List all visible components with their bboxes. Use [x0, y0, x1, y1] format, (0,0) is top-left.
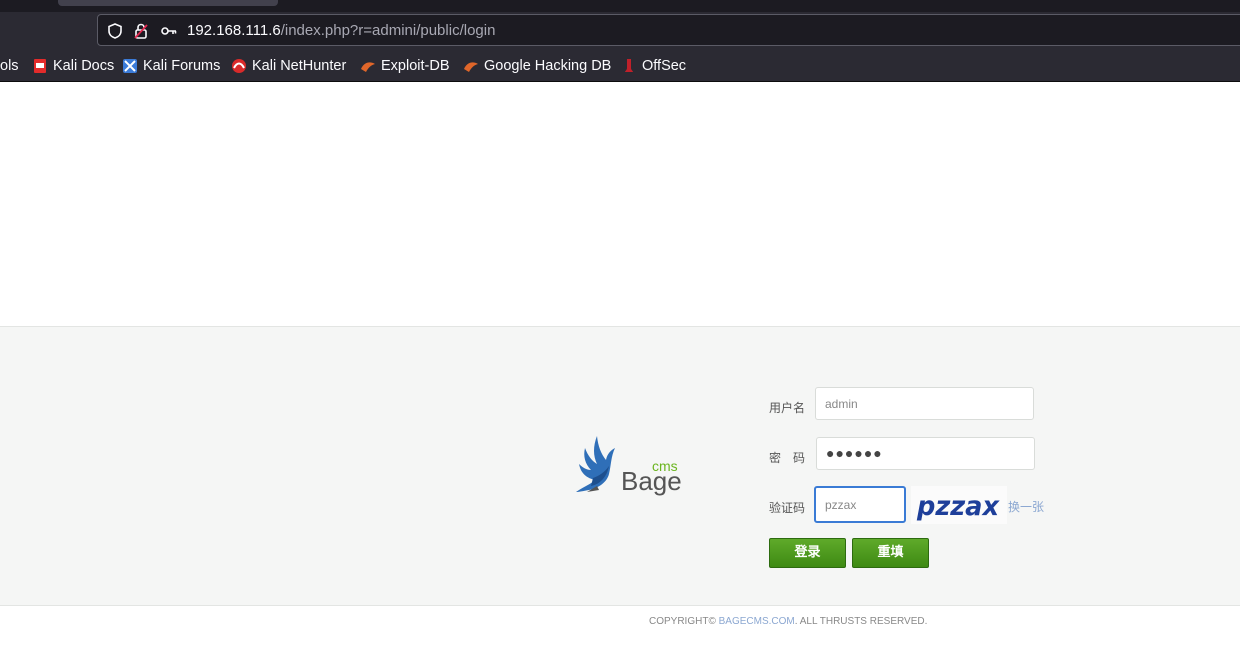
- url-host: 192.168.111.6: [187, 22, 281, 39]
- bookmark-kali-forums[interactable]: Kali Forums: [122, 56, 220, 76]
- ghdb-icon: [464, 62, 478, 72]
- address-bar[interactable]: 192.168.111.6/index.php?r=admini/public/…: [97, 14, 1240, 46]
- copyright-prefix: COPYRIGHT©: [649, 616, 716, 627]
- bookmarks-toolbar: ols Kali Docs Kali Forums Kali NetHunter…: [0, 52, 1240, 80]
- password-input[interactable]: ●●●●●●: [816, 437, 1035, 470]
- captcha-image[interactable]: pzzax: [911, 486, 1007, 524]
- shield-icon[interactable]: [106, 22, 124, 40]
- reset-button[interactable]: 重填: [852, 538, 929, 568]
- kali-forums-icon: [123, 59, 137, 73]
- bagecms-link[interactable]: BAGECMS.COM: [719, 616, 795, 627]
- captcha-label: 验证码: [769, 501, 806, 515]
- offsec-icon: [625, 59, 633, 72]
- bookmark-label: Kali NetHunter: [252, 58, 347, 74]
- footer-copyright: COPYRIGHT© BAGECMS.COM. ALL THRUSTS RESE…: [649, 616, 927, 627]
- page-content: cms Bage 用户名 密 码 ●●●●●● 验证码 pzzax 换一张 登录…: [0, 82, 1240, 661]
- bookmark-label: Exploit-DB: [381, 58, 450, 74]
- kali-nethunter-icon: [232, 59, 246, 73]
- bookmark-label: Kali Docs: [53, 58, 115, 74]
- username-input[interactable]: [815, 387, 1034, 420]
- browser-chrome: 192.168.111.6/index.php?r=admini/public/…: [0, 0, 1240, 82]
- username-label: 用户名: [769, 401, 806, 415]
- password-label: 密 码: [769, 451, 806, 465]
- bookmark-tools[interactable]: ols: [0, 56, 19, 76]
- copyright-suffix: . ALL THRUSTS RESERVED.: [794, 616, 928, 627]
- url-path: /index.php?r=admini/public/login: [280, 22, 496, 39]
- login-button[interactable]: 登录: [769, 538, 846, 568]
- captcha-image-text: pzzax: [916, 491, 1000, 522]
- logo-brand-text: Bage: [621, 466, 682, 496]
- bookmark-offsec[interactable]: OffSec: [621, 56, 686, 76]
- exploit-db-icon: [361, 62, 375, 72]
- url-text[interactable]: 192.168.111.6/index.php?r=admini/public/…: [187, 22, 495, 39]
- bookmark-label: Kali Forums: [143, 58, 221, 74]
- refresh-captcha-link[interactable]: 换一张: [1008, 498, 1044, 515]
- captcha-input[interactable]: [814, 486, 906, 523]
- lock-warning-icon[interactable]: [132, 22, 150, 40]
- kali-docs-icon: [34, 59, 46, 73]
- bookmark-kali-nethunter[interactable]: Kali NetHunter: [231, 56, 346, 76]
- bookmark-label: OffSec: [642, 58, 687, 74]
- bookmark-label: ols: [0, 58, 19, 74]
- active-tab[interactable]: [58, 0, 278, 6]
- bagecms-logo: cms Bage: [576, 436, 682, 496]
- bookmark-google-hacking-db[interactable]: Google Hacking DB: [463, 56, 611, 76]
- bookmark-label: Google Hacking DB: [484, 58, 612, 74]
- tab-strip: [0, 0, 1240, 12]
- key-icon[interactable]: [160, 22, 178, 40]
- bookmark-kali-docs[interactable]: Kali Docs: [32, 56, 114, 76]
- bookmark-exploit-db[interactable]: Exploit-DB: [360, 56, 450, 76]
